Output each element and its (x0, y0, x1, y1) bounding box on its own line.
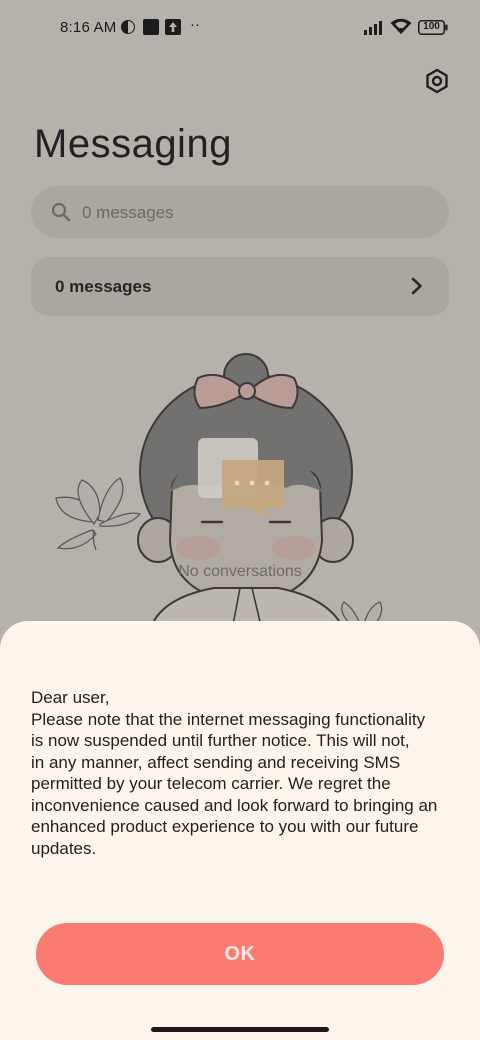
home-indicator[interactable] (151, 1027, 329, 1032)
chevron-right-icon (411, 277, 423, 300)
upload-notification-icon (165, 19, 181, 39)
status-time: 8:16 AM (60, 19, 117, 36)
settings-button[interactable] (420, 64, 454, 98)
ok-button[interactable]: OK (36, 923, 444, 985)
notice-message: Dear user, Please note that the internet… (31, 687, 471, 859)
notice-line: Dear user, (31, 688, 110, 707)
app-notification-icon (120, 19, 136, 39)
square-notification-icon (143, 19, 159, 39)
notice-line: inconvenience caused and look forward to… (31, 795, 438, 815)
notice-line: permitted by your telecom carrier. We re… (31, 774, 391, 793)
empty-state-illustration (55, 353, 383, 630)
notice-line: enhanced product experience to you with … (31, 817, 419, 836)
notice-line: in any manner, affect sending and receiv… (31, 752, 401, 772)
notice-line: Please note that the internet messaging … (31, 709, 426, 729)
more-notifications-icon: ·· (190, 16, 200, 33)
notice-line: is now suspended until further notice. T… (31, 731, 410, 750)
search-placeholder: 0 messages (82, 203, 174, 222)
settings-icon (426, 68, 448, 94)
messages-folder-label: 0 messages (55, 277, 152, 296)
battery-level: 100 (423, 21, 440, 32)
battery-icon: 100 (418, 20, 448, 39)
notice-line: updates. (31, 838, 97, 858)
signal-icon (364, 19, 386, 39)
wifi-icon (390, 18, 412, 39)
page-title: Messaging (34, 122, 232, 166)
messages-folder-row[interactable]: 0 messages (31, 257, 449, 316)
empty-state-text: No conversations (178, 563, 302, 580)
search-bar[interactable]: 0 messages (31, 186, 449, 238)
search-icon (51, 202, 71, 227)
status-bar: 8:16 AM ·· 100 (0, 0, 480, 56)
